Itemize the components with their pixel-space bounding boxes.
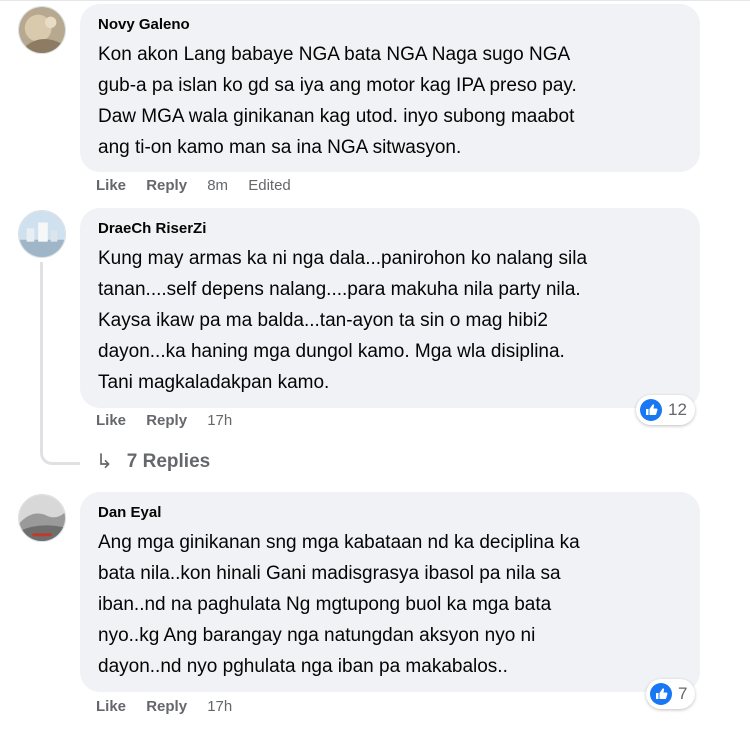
reply-button[interactable]: Reply [146,177,187,194]
reaction-count: 12 [668,400,687,419]
top-divider [0,0,750,1]
comment-actions: Like Reply 17h [96,697,248,717]
comment-text: Ang mga ginikanan sng mga kabataan nd ka… [98,532,580,677]
like-icon [640,399,662,421]
edited-label: Edited [248,177,291,194]
reply-button[interactable]: Reply [146,412,187,429]
comment-bubble: DraeCh RiserZi Kung may armas ka ni nga … [80,208,700,408]
avatar-image [19,495,65,541]
reaction-summary[interactable]: 7 [646,679,696,709]
comment-bubble: Novy Galeno Kon akon Lang babaye NGA bat… [80,4,700,172]
avatar-image [19,211,65,257]
avatar-dan-eyal[interactable] [18,494,66,542]
reply-arrow-icon: ↳ [96,451,113,473]
replies-label: 7 Replies [126,450,211,472]
comment-bubble: Dan Eyal Ang mga ginikanan sng mga kabat… [80,492,700,692]
avatar-draech-riserzi[interactable] [18,210,66,258]
avatar-image [19,7,65,53]
comment-timestamp[interactable]: 8m [207,177,228,194]
comment-text: Kon akon Lang babaye NGA bata NGA Naga s… [98,44,577,158]
reaction-count: 7 [678,684,688,703]
comment-author[interactable]: Dan Eyal [98,503,684,523]
comment-text: Kung may armas ka ni nga dala...paniroho… [98,248,588,393]
like-button[interactable]: Like [96,698,126,715]
comment-author[interactable]: DraeCh RiserZi [98,219,684,239]
comment-author[interactable]: Novy Galeno [98,15,684,35]
comment-actions: Like Reply 8m Edited [96,176,307,196]
reply-button[interactable]: Reply [146,698,187,715]
like-button[interactable]: Like [96,412,126,429]
comment-timestamp[interactable]: 17h [207,698,232,715]
reaction-summary[interactable]: 12 [636,395,695,425]
avatar-novy-galeno[interactable] [18,6,66,54]
view-replies-link[interactable]: ↳ 7 Replies [96,449,210,474]
thread-line [40,262,43,452]
like-button[interactable]: Like [96,177,126,194]
comment-timestamp[interactable]: 17h [207,412,232,429]
like-icon [650,683,672,705]
thread-connector [40,451,80,465]
comment-actions: Like Reply 17h [96,411,248,431]
